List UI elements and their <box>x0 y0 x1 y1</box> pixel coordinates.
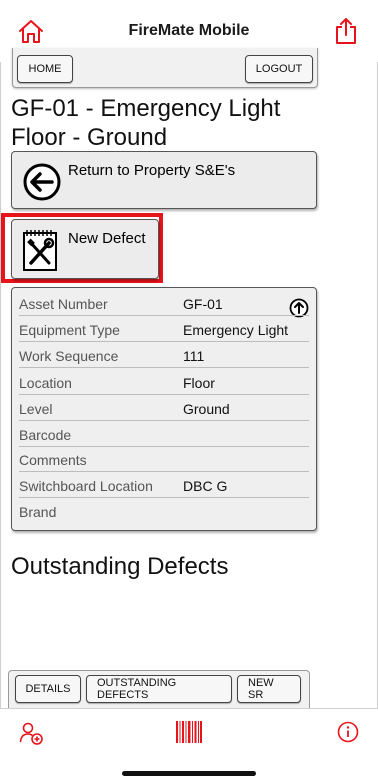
asset-row-value: 111 <box>183 348 205 364</box>
page-title: GF-01 - Emergency Light Floor - Ground <box>11 95 281 151</box>
asset-row-key: Barcode <box>19 427 72 443</box>
back-arrow-icon <box>23 163 61 201</box>
share-icon[interactable] <box>334 17 358 45</box>
asset-row-value: Emergency Light <box>183 322 289 338</box>
asset-row-value: DBC G <box>183 478 228 494</box>
info-icon[interactable] <box>337 721 359 743</box>
asset-row: Equipment Type Emergency Light <box>19 316 309 342</box>
home-button[interactable]: HOME <box>17 55 73 83</box>
outstanding-defects-button[interactable]: OUTSTANDING DEFECTS <box>86 675 232 703</box>
barcode-icon[interactable] <box>176 721 202 743</box>
details-button[interactable]: DETAILS <box>15 675 81 703</box>
asset-row-value: Ground <box>183 401 230 417</box>
asset-row-key: Switchboard Location <box>19 478 153 494</box>
asset-row: Asset Number GF-01 <box>19 290 309 316</box>
new-sr-button[interactable]: NEW SR <box>237 675 301 703</box>
asset-row: Brand <box>19 498 309 524</box>
asset-row: Switchboard Location DBC G <box>19 472 309 498</box>
add-user-icon[interactable] <box>19 721 43 745</box>
new-defect-label: New Defect <box>68 230 146 247</box>
outstanding-defects-title: Outstanding Defects <box>11 553 229 580</box>
asset-row-key: Comments <box>19 452 87 468</box>
asset-row-key: Location <box>19 375 72 391</box>
return-button[interactable]: Return to Property S&E's <box>11 151 317 209</box>
tab-bar <box>0 708 378 784</box>
asset-row-key: Level <box>19 401 53 417</box>
asset-row-value: GF-01 <box>183 296 223 312</box>
tools-icon <box>23 230 57 271</box>
new-defect-button[interactable]: New Defect <box>11 219 159 279</box>
asset-row-key: Equipment Type <box>19 322 120 338</box>
bottom-toolbar: DETAILS OUTSTANDING DEFECTS NEW SR <box>8 670 310 708</box>
home-indicator <box>122 771 256 776</box>
asset-row-key: Asset Number <box>19 296 108 312</box>
asset-row-key: Brand <box>19 504 57 520</box>
asset-row: Comments <box>19 446 309 472</box>
asset-row-value: Floor <box>183 375 215 391</box>
nav-toolbar: HOME LOGOUT <box>12 48 318 88</box>
return-label: Return to Property S&E's <box>68 162 236 179</box>
asset-row: Work Sequence 111 <box>19 342 309 368</box>
asset-row-key: Work Sequence <box>19 348 119 364</box>
asset-details-panel: Asset Number GF-01 Equipment Type Emerge… <box>11 287 317 531</box>
asset-row: Barcode <box>19 421 309 447</box>
app-title: FireMate Mobile <box>128 22 250 39</box>
asset-row: Level Ground <box>19 395 309 421</box>
asset-row: Location Floor <box>19 369 309 395</box>
logout-button[interactable]: LOGOUT <box>245 55 313 83</box>
